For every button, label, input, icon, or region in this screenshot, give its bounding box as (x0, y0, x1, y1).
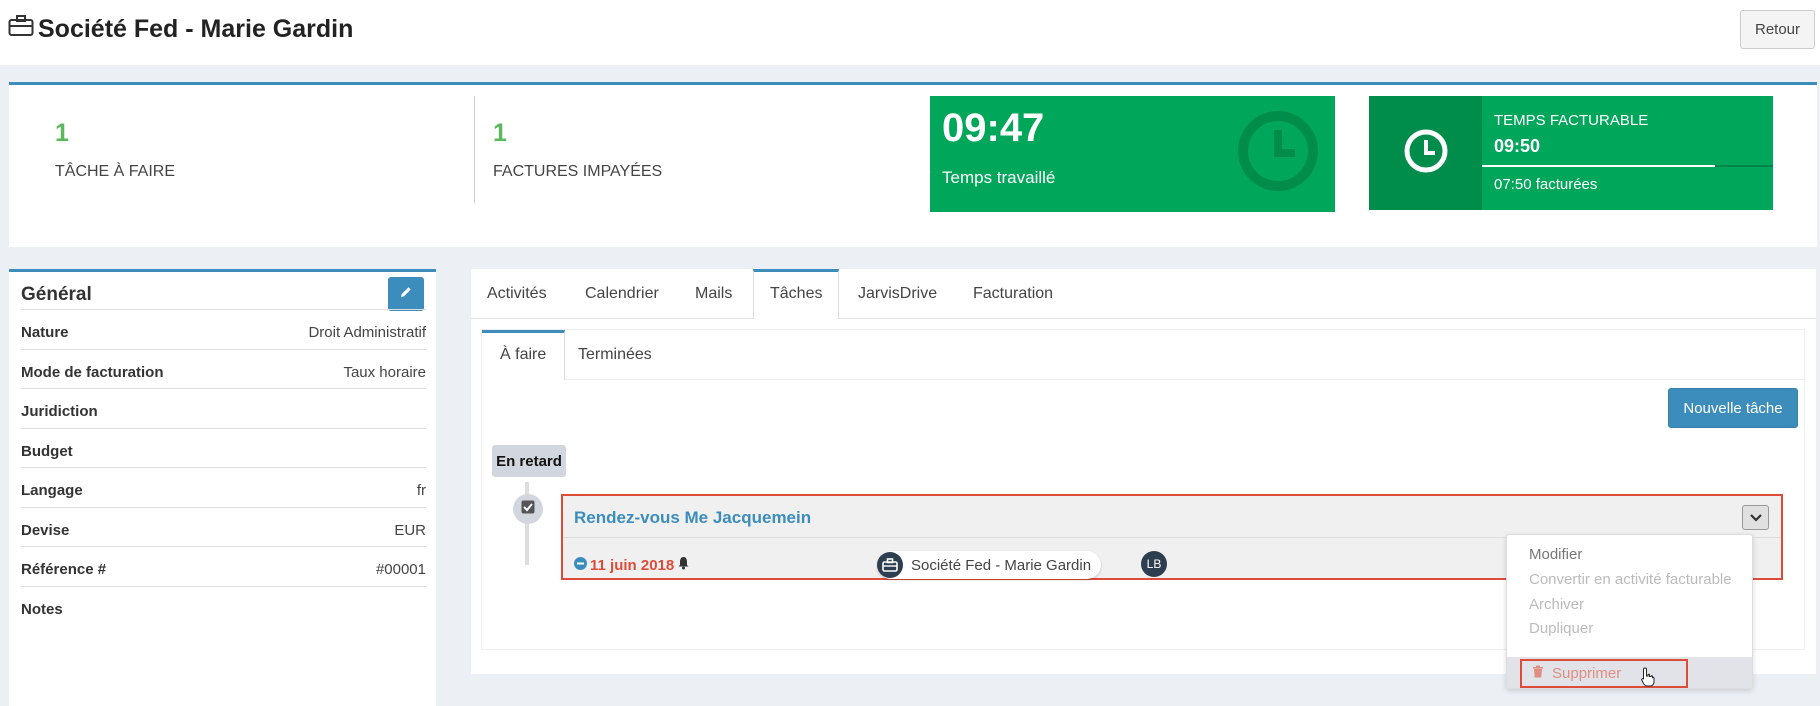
general-row-value: Taux horaire (343, 363, 426, 381)
worked-label: Temps travaillé (942, 168, 1056, 187)
tab-bar: Activités Calendrier Mails Tâches Jarvis… (471, 269, 1816, 319)
pencil-icon (399, 285, 413, 304)
task-menu-toggle[interactable] (1742, 505, 1769, 530)
minus-circle-icon (574, 556, 587, 574)
general-row-value: Droit Administratif (308, 324, 426, 341)
general-row-key: Référence # (21, 561, 107, 578)
billable-clock-wrap (1369, 96, 1482, 210)
task-date: 11 juin 2018 (590, 556, 675, 574)
billable-title: TEMPS FACTURABLE (1494, 112, 1649, 129)
tab-facturation[interactable]: Facturation (957, 269, 1069, 318)
new-task-button[interactable]: Nouvelle tâche (1668, 388, 1798, 428)
tab-activites[interactable]: Activités (471, 269, 563, 318)
general-row-key: Juridiction (21, 403, 98, 420)
subtab-bar: À faire Terminées (482, 330, 1804, 380)
general-row-key: Devise (21, 521, 70, 539)
briefcase-icon (8, 14, 34, 45)
task-header: Rendez-vous Me Jacquemein (563, 496, 1781, 538)
task-date-wrap: 11 juin 2018 (574, 556, 690, 574)
menu-item-dupliquer[interactable]: Dupliquer (1507, 615, 1752, 642)
general-row-key: Budget (21, 442, 73, 460)
general-row-key: Notes (21, 600, 63, 618)
bell-icon (677, 556, 690, 574)
hand-cursor-icon (1641, 666, 1655, 691)
clock-icon (1237, 110, 1319, 192)
tab-calendrier[interactable]: Calendrier (569, 269, 675, 318)
page-title: Société Fed - Marie Gardin (38, 15, 354, 43)
tasks-count: 1 (55, 119, 69, 147)
menu-item-supprimer-label: Supprimer (1552, 665, 1622, 682)
task-client-chip[interactable]: Société Fed - Marie Gardin (877, 551, 1102, 579)
general-row-key: Nature (21, 324, 69, 341)
invoices-count: 1 (493, 119, 507, 147)
menu-item-supprimer[interactable]: Supprimer (1520, 659, 1688, 688)
tasks-label: TÂCHE À FAIRE (55, 163, 176, 180)
general-panel: Général Nature Droit Administratif Mode de… (9, 269, 436, 706)
tab-taches[interactable]: Tâches (753, 269, 840, 319)
billable-time-box: TEMPS FACTURABLE 09:50 07:50 facturées (1369, 96, 1773, 210)
task-title[interactable]: Rendez-vous Me Jacquemein (574, 508, 811, 528)
trash-icon (1532, 665, 1544, 682)
late-badge: En retard (492, 445, 566, 477)
checkbox-icon (521, 500, 535, 519)
invoices-label: FACTURES IMPAYÉES (493, 163, 663, 180)
task-client-name: Société Fed - Marie Gardin (911, 556, 1092, 574)
subtab-a-faire[interactable]: À faire (482, 330, 566, 380)
briefcase-icon (877, 552, 903, 578)
avatar[interactable]: LB (1141, 551, 1167, 577)
chevron-down-icon (1749, 509, 1762, 527)
tab-mails[interactable]: Mails (679, 269, 748, 318)
page-title-wrap: Société Fed - Marie Gardin (8, 14, 353, 45)
general-title: Général (21, 284, 92, 305)
back-button[interactable]: Retour (1740, 10, 1815, 49)
general-row-value: EUR (394, 521, 426, 539)
page-header: Société Fed - Marie Gardin Retour (0, 0, 1820, 65)
billable-progress-bar (1482, 165, 1715, 167)
general-row-key: Langage (21, 482, 83, 499)
general-row: Notes (21, 585, 426, 632)
worked-time: 09:47 (942, 106, 1045, 150)
clock-icon (1403, 128, 1449, 179)
subtab-terminees[interactable]: Terminées (560, 330, 670, 379)
tab-jarvisdrive[interactable]: JarvisDrive (842, 269, 953, 318)
menu-item-modifier[interactable]: Modifier (1507, 541, 1752, 568)
timeline-node (513, 494, 543, 524)
task-dropdown-menu: Modifier Convertir en activité facturabl… (1506, 534, 1753, 689)
menu-item-archiver[interactable]: Archiver (1507, 591, 1752, 618)
general-row-value: fr (416, 482, 426, 499)
billable-time: 09:50 (1494, 136, 1541, 156)
general-row-key: Mode de facturation (21, 363, 164, 381)
general-row-value: #00001 (375, 561, 426, 578)
menu-item-convertir[interactable]: Convertir en activité facturable (1507, 566, 1752, 593)
worked-time-box: 09:47 Temps travaillé (930, 96, 1335, 212)
billed-text: 07:50 facturées (1494, 176, 1598, 193)
stats-divider (474, 96, 475, 203)
edit-button[interactable] (388, 277, 424, 311)
